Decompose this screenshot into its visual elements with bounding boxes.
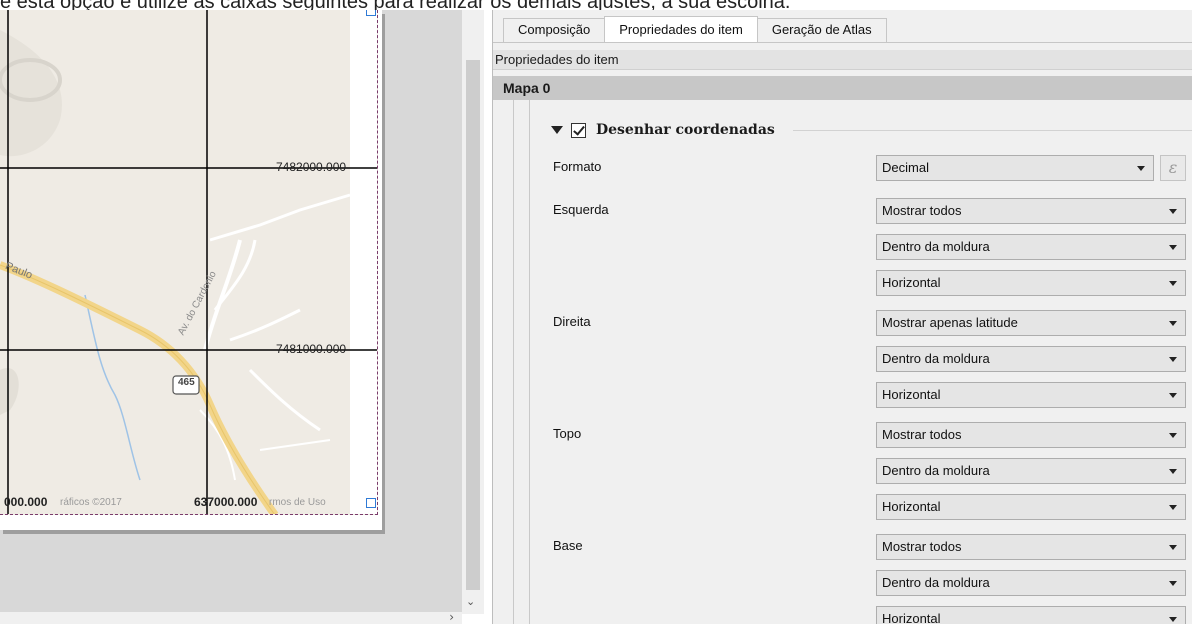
indent-guide bbox=[513, 100, 514, 624]
group-divider bbox=[793, 130, 1192, 131]
resize-handle-top-right[interactable] bbox=[366, 10, 376, 16]
chevron-down-icon bbox=[1169, 357, 1177, 362]
tab-composicao[interactable]: Composição bbox=[503, 18, 606, 42]
properties-scroll-area[interactable]: Desenhar coordenadas Formato Decimal ε E… bbox=[493, 100, 1192, 624]
right-label: Direita bbox=[553, 314, 591, 329]
bottom-label: Base bbox=[553, 538, 583, 553]
chevron-down-icon bbox=[1169, 393, 1177, 398]
right-display-value: Mostrar apenas latitude bbox=[882, 315, 1018, 330]
left-display-select[interactable]: Mostrar todos bbox=[876, 198, 1186, 224]
right-direction-select[interactable]: Horizontal bbox=[876, 382, 1186, 408]
bottom-position-select[interactable]: Dentro da moldura bbox=[876, 570, 1186, 596]
grid-label-east-left: 000.000 bbox=[4, 495, 48, 509]
scroll-right-icon[interactable]: › bbox=[449, 610, 454, 624]
composer-canvas[interactable]: 7482000.000 7481000.000 000.000 637000.0… bbox=[0, 10, 462, 624]
collapse-triangle-icon[interactable] bbox=[551, 126, 563, 134]
left-display-value: Mostrar todos bbox=[882, 203, 962, 218]
chevron-down-icon bbox=[1169, 617, 1177, 622]
map-render bbox=[0, 10, 377, 514]
composer-page: 7482000.000 7481000.000 000.000 637000.0… bbox=[0, 10, 382, 530]
chevron-down-icon bbox=[1169, 245, 1177, 250]
right-position-value: Dentro da moldura bbox=[882, 351, 990, 366]
chevron-down-icon bbox=[1169, 581, 1177, 586]
map-item[interactable]: 7482000.000 7481000.000 000.000 637000.0… bbox=[0, 10, 378, 515]
draw-coordinates-label: Desenhar coordenadas bbox=[596, 122, 775, 138]
bottom-display-value: Mostrar todos bbox=[882, 539, 962, 554]
left-direction-select[interactable]: Horizontal bbox=[876, 270, 1186, 296]
grid-label-north-upper: 7482000.000 bbox=[276, 160, 347, 174]
map-attribution-right: rmos de Uso bbox=[269, 497, 326, 508]
scroll-down-icon[interactable]: ⌄ bbox=[466, 595, 475, 608]
left-position-value: Dentro da moldura bbox=[882, 239, 990, 254]
top-display-value: Mostrar todos bbox=[882, 427, 962, 442]
chevron-down-icon bbox=[1169, 209, 1177, 214]
left-label: Esquerda bbox=[553, 202, 609, 217]
map-attribution-left: ráficos ©2017 bbox=[60, 497, 122, 508]
canvas-horizontal-scrollbar[interactable]: › bbox=[0, 610, 462, 624]
chevron-down-icon bbox=[1169, 469, 1177, 474]
chevron-down-icon bbox=[1169, 545, 1177, 550]
top-display-select[interactable]: Mostrar todos bbox=[876, 422, 1186, 448]
expression-button[interactable]: ε bbox=[1160, 155, 1186, 181]
top-label: Topo bbox=[553, 426, 582, 441]
format-label: Formato bbox=[553, 159, 602, 174]
indent-guide bbox=[529, 100, 530, 624]
chevron-down-icon bbox=[1169, 433, 1177, 438]
route-shield-label: 465 bbox=[178, 377, 195, 388]
grid-label-north-lower: 7481000.000 bbox=[276, 342, 347, 356]
right-position-select[interactable]: Dentro da moldura bbox=[876, 346, 1186, 372]
panel-title: Propriedades do item bbox=[493, 50, 1192, 70]
bottom-position-value: Dentro da moldura bbox=[882, 575, 990, 590]
tab-propriedades-do-item[interactable]: Propriedades do item bbox=[604, 16, 758, 42]
chevron-down-icon bbox=[1169, 281, 1177, 286]
item-name-header: Mapa 0 bbox=[493, 76, 1192, 100]
item-properties-panel: Composição Propriedades do item Geração … bbox=[492, 10, 1192, 624]
top-position-value: Dentro da moldura bbox=[882, 463, 990, 478]
format-select[interactable]: Decimal bbox=[876, 155, 1154, 181]
tab-geracao-de-atlas[interactable]: Geração de Atlas bbox=[756, 18, 887, 42]
chevron-down-icon bbox=[1169, 321, 1177, 326]
bottom-direction-value: Horizontal bbox=[882, 611, 941, 624]
grid-label-east-right: 637000.000 bbox=[194, 495, 258, 509]
canvas-scroll-thumb[interactable] bbox=[466, 60, 480, 590]
top-direction-select[interactable]: Horizontal bbox=[876, 494, 1186, 520]
chevron-down-icon bbox=[1137, 166, 1145, 171]
format-value: Decimal bbox=[882, 160, 929, 175]
panel-tabs: Composição Propriedades do item Geração … bbox=[503, 16, 887, 42]
resize-handle-bottom-right[interactable] bbox=[366, 498, 376, 508]
draw-coordinates-checkbox[interactable] bbox=[571, 122, 586, 138]
chevron-down-icon bbox=[1169, 505, 1177, 510]
right-direction-value: Horizontal bbox=[882, 387, 941, 402]
top-position-select[interactable]: Dentro da moldura bbox=[876, 458, 1186, 484]
bottom-display-select[interactable]: Mostrar todos bbox=[876, 534, 1186, 560]
bottom-direction-select[interactable]: Horizontal bbox=[876, 606, 1186, 624]
tab-divider bbox=[493, 42, 1192, 43]
canvas-vertical-scrollbar[interactable]: ⌄ bbox=[462, 10, 484, 614]
draw-coordinates-group: Desenhar coordenadas bbox=[551, 120, 775, 140]
left-direction-value: Horizontal bbox=[882, 275, 941, 290]
right-display-select[interactable]: Mostrar apenas latitude bbox=[876, 310, 1186, 336]
top-direction-value: Horizontal bbox=[882, 499, 941, 514]
left-position-select[interactable]: Dentro da moldura bbox=[876, 234, 1186, 260]
